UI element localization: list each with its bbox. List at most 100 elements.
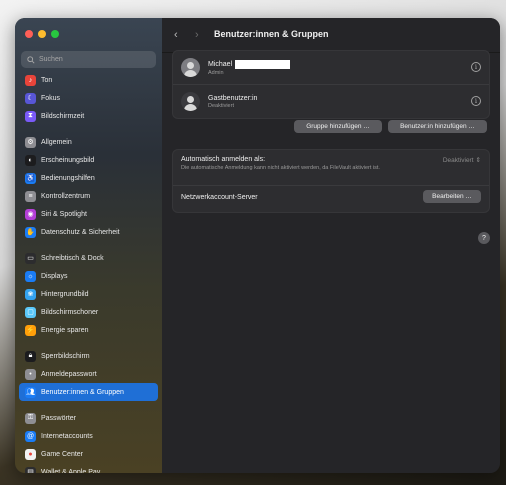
at-icon: @: [25, 430, 36, 442]
screensaver-icon: ▢: [25, 306, 36, 318]
auto-login-description: Die automatische Anmeldung kann nicht ak…: [181, 165, 380, 171]
sidebar-item-label: Anmeldepasswort: [41, 370, 97, 378]
sidebar-item-label: Schreibtisch & Dock: [41, 254, 104, 262]
close-button[interactable]: [25, 30, 33, 38]
zoom-button[interactable]: [51, 30, 59, 38]
user-row-guest[interactable]: Gastbenutzer:in Deaktiviert i: [173, 84, 489, 118]
sidebar-item-label: Erscheinungsbild: [41, 156, 95, 164]
sidebar-item[interactable]: ● Game Center: [19, 445, 158, 463]
help-icon[interactable]: ?: [478, 232, 490, 244]
sidebar-item[interactable]: ⚙ Allgemein: [19, 133, 158, 151]
sidebar-item[interactable]: ◉ Siri & Spotlight: [19, 205, 158, 223]
add-user-button[interactable]: Benutzer:in hinzufügen …: [388, 120, 487, 133]
sidebar-list: ♪ Ton ☾ Fokus ⧗ Bildschirmzeit ⚙ Allgemein ◐ Ersc…: [15, 71, 162, 473]
search-placeholder: Suchen: [39, 56, 63, 63]
sidebar-item-label: Sperrbildschirm: [41, 352, 90, 360]
appearance-icon: ◐: [25, 154, 36, 166]
sidebar-item[interactable]: @ Internetaccounts: [19, 427, 158, 445]
sidebar-item-label: Displays: [41, 272, 68, 280]
game-center-icon: ●: [25, 448, 36, 460]
sidebar: Suchen ♪ Ton ☾ Fokus ⧗ Bildschirmzeit ⚙ Allgeme…: [15, 18, 162, 473]
battery-icon: ⚡: [25, 324, 36, 336]
auto-login-row: Automatisch anmelden als: Die automatisc…: [173, 150, 489, 185]
sidebar-item-label: Datenschutz & Sicherheit: [41, 228, 120, 236]
login-settings: Automatisch anmelden als: Die automatisc…: [172, 149, 490, 213]
forward-chevron-icon[interactable]: ›: [195, 29, 199, 41]
sidebar-item[interactable]: ♪ Ton: [19, 71, 158, 89]
sidebar-item-label: Fokus: [41, 94, 61, 102]
sound-icon: ♪: [25, 74, 36, 86]
sidebar-item-label: Game Center: [41, 450, 84, 458]
sidebar-item-label: Internetaccounts: [41, 432, 93, 440]
user-name: Michael: [208, 60, 233, 68]
search-field[interactable]: Suchen: [21, 51, 156, 68]
sidebar-item[interactable]: ▤ Wallet & Apple Pay: [19, 463, 158, 473]
sidebar-item-label: Bildschirmzeit: [41, 112, 85, 120]
sidebar-item-label: Benutzer:innen & Gruppen: [41, 388, 124, 396]
search-icon: [27, 55, 35, 64]
edit-button[interactable]: Bearbeiten …: [423, 190, 481, 203]
sidebar-item[interactable]: ♿ Bedienungshilfen: [19, 169, 158, 187]
wallpaper-icon: ❀: [25, 288, 36, 300]
sidebar-item-label: Energie sparen: [41, 326, 89, 334]
desktop-dock-icon: ▭: [25, 252, 36, 264]
sidebar-item[interactable]: ▢ Bildschirmschoner: [19, 303, 158, 321]
guest-avatar-icon: [181, 92, 200, 111]
sidebar-item[interactable]: ▭ Schreibtisch & Dock: [19, 249, 158, 267]
privacy-hand-icon: ✋: [25, 226, 36, 238]
chevron-updown-icon: ⇕: [475, 157, 481, 164]
sidebar-item[interactable]: ◐ Erscheinungsbild: [19, 151, 158, 169]
sidebar-item-label: Ton: [41, 76, 53, 84]
sidebar-item[interactable]: ❀ Hintergrundbild: [19, 285, 158, 303]
sidebar-item-label: Hintergrundbild: [41, 290, 89, 298]
sidebar-item-label: Kontrollzentrum: [41, 192, 91, 200]
key-icon: ⚿: [25, 412, 36, 424]
user-role: Deaktiviert: [208, 102, 234, 109]
sidebar-item-label: Bedienungshilfen: [41, 174, 95, 182]
siri-icon: ◉: [25, 208, 36, 220]
sidebar-item[interactable]: ☼ Displays: [19, 267, 158, 285]
sidebar-item[interactable]: 👥︎ Benutzer:innen & Gruppen: [19, 383, 158, 401]
user-avatar-icon: [181, 58, 200, 77]
sidebar-item-label: Wallet & Apple Pay: [41, 468, 101, 474]
users-groups-icon: 👥︎: [25, 386, 36, 398]
lock-screen-icon: 🔒︎: [25, 350, 36, 362]
display-icon: ☼: [25, 270, 36, 282]
sidebar-item-label: Bildschirmschoner: [41, 308, 99, 316]
sidebar-item[interactable]: ⚡ Energie sparen: [19, 321, 158, 339]
auto-login-value: Deaktiviert: [442, 156, 474, 164]
screen-time-icon: ⧗: [25, 110, 36, 122]
control-center-icon: ≡: [25, 190, 36, 202]
sidebar-item[interactable]: ⧗ Bildschirmzeit: [19, 107, 158, 125]
sidebar-item[interactable]: ✋ Datenschutz & Sicherheit: [19, 223, 158, 241]
password-icon: •: [25, 368, 36, 380]
auto-login-popup[interactable]: Deaktiviert ⇕: [442, 156, 481, 165]
sidebar-item[interactable]: ≡ Kontrollzentrum: [19, 187, 158, 205]
sidebar-item[interactable]: 🔒︎ Sperrbildschirm: [19, 347, 158, 365]
accessibility-icon: ♿: [25, 172, 36, 184]
info-icon[interactable]: i: [471, 96, 481, 106]
sidebar-item-label: Allgemein: [41, 138, 72, 146]
page-title: Benutzer:innen & Gruppen: [214, 29, 329, 39]
back-chevron-icon[interactable]: ‹: [174, 29, 178, 41]
settings-window: Suchen ♪ Ton ☾ Fokus ⧗ Bildschirmzeit ⚙ Allgeme…: [15, 18, 500, 473]
sidebar-item[interactable]: ☾ Fokus: [19, 89, 158, 107]
window-controls: [25, 30, 59, 38]
auto-login-label: Automatisch anmelden als:: [181, 156, 266, 163]
sidebar-item[interactable]: ⚿ Passwörter: [19, 409, 158, 427]
main-pane: ‹ › Benutzer:innen & Gruppen Michael Adm…: [162, 18, 500, 473]
wallet-icon: ▤: [25, 466, 36, 473]
user-name: Gastbenutzer:in: [208, 94, 258, 102]
network-server-row: Netzwerkaccount-Server Bearbeiten …: [173, 185, 489, 212]
add-group-button[interactable]: Gruppe hinzufügen …: [294, 120, 382, 133]
sidebar-item-label: Passwörter: [41, 414, 77, 422]
sidebar-item[interactable]: • Anmeldepasswort: [19, 365, 158, 383]
info-icon[interactable]: i: [471, 62, 481, 72]
gear-icon: ⚙: [25, 136, 36, 148]
user-row-michael[interactable]: Michael Admin i: [173, 51, 489, 84]
minimize-button[interactable]: [38, 30, 46, 38]
